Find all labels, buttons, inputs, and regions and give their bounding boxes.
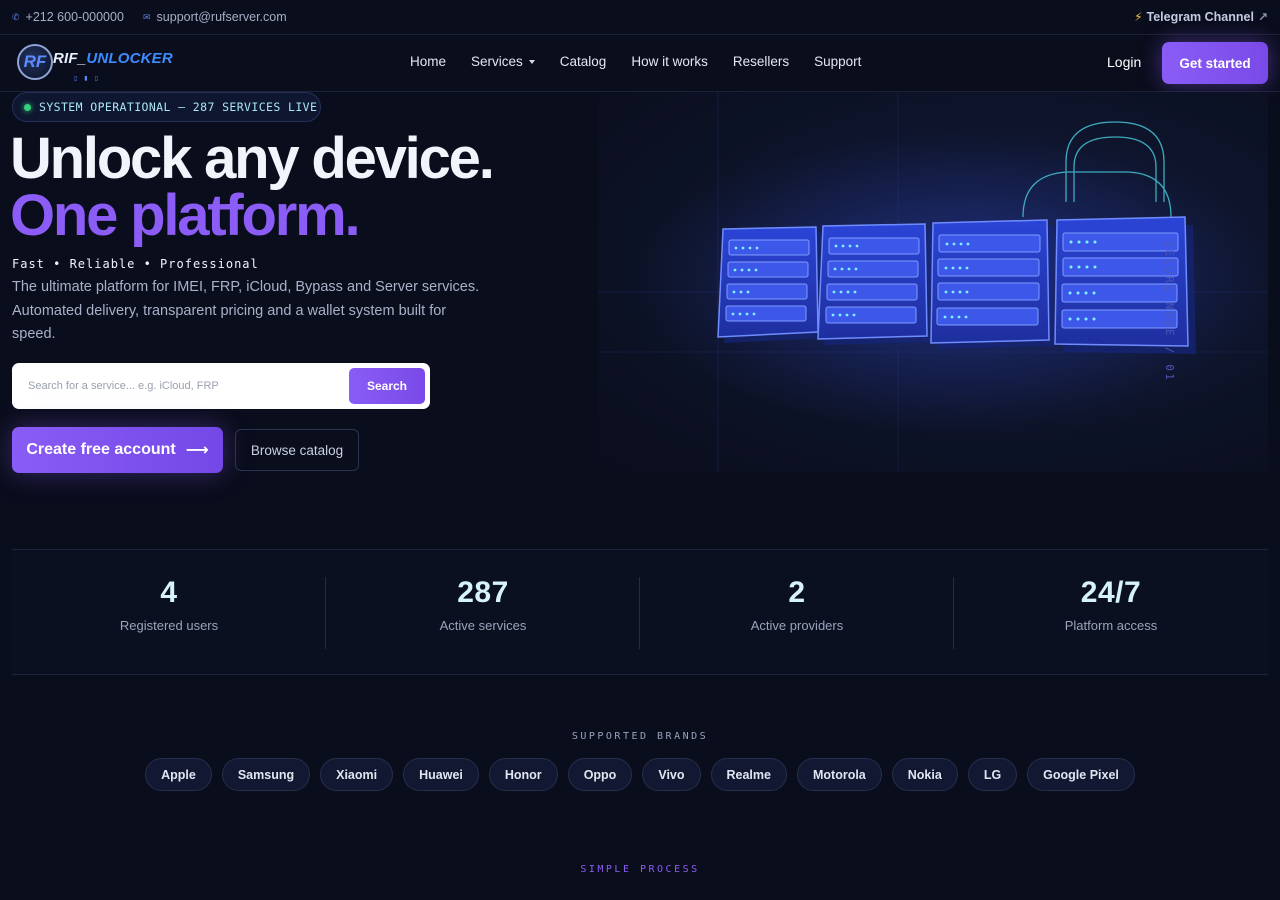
stat-label: Platform access xyxy=(1064,618,1158,633)
login-link[interactable]: Login xyxy=(1107,54,1141,70)
hero-headline: Unlock any device. xyxy=(10,126,495,191)
stat-registered-users: 4 Registered users xyxy=(12,576,326,633)
site-logo[interactable]: RF RIF_UNLOCKER ▯▮▯ xyxy=(17,44,173,84)
external-link-icon: ↗ xyxy=(1257,10,1268,24)
brand-chip-oppo[interactable]: Oppo xyxy=(567,758,633,791)
brand-chip-vivo[interactable]: Vivo xyxy=(642,758,701,791)
main-navbar: RF RIF_UNLOCKER ▯▮▯ Home Services Catalo… xyxy=(0,35,1280,92)
stat-active-providers: 2 Active providers xyxy=(640,576,954,633)
status-badge-text: SYSTEM OPERATIONAL — 287 SERVICES LIVE xyxy=(39,100,318,114)
nav-support[interactable]: Support xyxy=(814,54,861,69)
stat-value: 287 xyxy=(457,576,509,609)
mail-icon: ✉ xyxy=(143,11,151,22)
chevron-down-icon xyxy=(528,60,535,64)
brand-list: Apple Samsung Xiaomi Huawei Honor Oppo V… xyxy=(0,758,1280,791)
brand-chip-nokia[interactable]: Nokia xyxy=(891,758,958,791)
stat-label: Active services xyxy=(439,618,527,633)
logo-mark: RF xyxy=(17,44,53,80)
stat-value: 4 xyxy=(160,576,178,609)
create-account-label: Create free account xyxy=(26,441,176,458)
service-search: Search xyxy=(12,363,430,409)
email-contact[interactable]: ✉ support@rufserver.com xyxy=(143,10,287,24)
nav-how-it-works[interactable]: How it works xyxy=(631,54,708,69)
get-started-button[interactable]: Get started xyxy=(1162,42,1268,84)
nav-catalog[interactable]: Catalog xyxy=(560,54,607,69)
nav-services-label: Services xyxy=(471,54,523,69)
brand-chip-huawei[interactable]: Huawei xyxy=(403,758,479,791)
telegram-label: Telegram Channel xyxy=(1146,10,1254,24)
hero-tagline: Fast • Reliable • Professional xyxy=(12,257,259,271)
logo-word-a: RIF_ xyxy=(53,50,87,67)
stats-strip: 4 Registered users 287 Active services 2… xyxy=(12,549,1268,675)
status-dot-icon xyxy=(24,104,31,111)
logo-wordmark: RIF_UNLOCKER xyxy=(53,50,173,67)
search-button[interactable]: Search xyxy=(349,368,425,404)
telegram-link[interactable]: ⚡ Telegram Channel ↗ xyxy=(1134,10,1268,24)
nav-home-label: Home xyxy=(410,54,447,69)
logo-word-b: UNLOCKER xyxy=(86,50,173,67)
supported-brands-heading: SUPPORTED BRANDS xyxy=(571,731,709,742)
nav-menu: Home Services Catalog How it works Resel… xyxy=(410,54,861,69)
brand-chip-realme[interactable]: Realme xyxy=(710,758,787,791)
simple-process-heading: SIMPLE PROCESS xyxy=(580,864,700,875)
nav-resellers-label: Resellers xyxy=(732,54,790,69)
brand-chip-samsung[interactable]: Samsung xyxy=(221,758,311,791)
brand-chip-motorola[interactable]: Motorola xyxy=(796,758,882,791)
stat-label: Active providers xyxy=(750,618,844,633)
browse-catalog-button[interactable]: Browse catalog xyxy=(235,429,359,471)
lightning-icon: ⚡ xyxy=(1134,10,1143,24)
phone-contact[interactable]: ✆ +212 600-000000 xyxy=(12,10,124,24)
phone-number: +212 600-000000 xyxy=(25,10,124,24)
status-badge: SYSTEM OPERATIONAL — 287 SERVICES LIVE xyxy=(12,92,321,122)
phone-icon: ✆ xyxy=(12,11,20,22)
hero-description: The ultimate platform for IMEI, FRP, iCl… xyxy=(12,279,480,342)
brand-chip-apple[interactable]: Apple xyxy=(145,758,212,791)
brand-chip-xiaomi[interactable]: Xiaomi xyxy=(320,758,394,791)
stat-platform-access: 24/7 Platform access xyxy=(954,576,1268,633)
nav-home[interactable]: Home xyxy=(410,54,446,69)
stat-value: 2 xyxy=(788,576,806,609)
server-rack-icon xyxy=(717,216,1196,354)
stat-active-services: 287 Active services xyxy=(326,576,640,633)
nav-resellers[interactable]: Resellers xyxy=(733,54,789,69)
stat-value: 24/7 xyxy=(1080,576,1142,609)
nav-how-it-works-label: How it works xyxy=(631,54,708,69)
nav-catalog-label: Catalog xyxy=(559,54,607,69)
search-input[interactable] xyxy=(28,375,338,397)
nav-services[interactable]: Services xyxy=(471,54,535,69)
hero-subheadline: One platform. xyxy=(10,183,361,248)
stat-label: Registered users xyxy=(119,618,219,633)
arrow-right-icon: ⟶ xyxy=(185,442,209,459)
logo-decoration: ▯▮▯ xyxy=(74,76,105,82)
brand-chip-honor[interactable]: Honor xyxy=(488,758,558,791)
top-contact-bar: ✆ +212 600-000000 ✉ support@rufserver.co… xyxy=(0,0,1280,35)
secure-node-label: SECURE NODE / 01 xyxy=(1163,241,1175,383)
brand-chip-google-pixel[interactable]: Google Pixel xyxy=(1027,758,1135,791)
email-address: support@rufserver.com xyxy=(156,10,287,24)
create-account-button[interactable]: Create free account ⟶ xyxy=(12,427,223,473)
brand-chip-lg[interactable]: LG xyxy=(967,758,1018,791)
nav-support-label: Support xyxy=(814,54,862,69)
